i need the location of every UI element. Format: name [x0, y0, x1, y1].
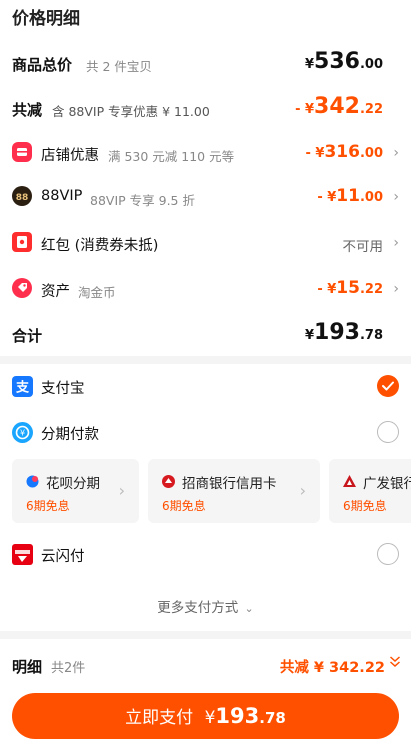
checkout-bar: 明细 共2件 共减 ¥ 342.22 立即支付 ¥193.78 — [0, 639, 411, 751]
total-discount-sub: 含 88VIP 专享优惠 ¥ 11.00 — [52, 104, 210, 119]
cgb-icon — [342, 474, 357, 489]
detail-total-discount[interactable]: 共减 ¥ 342.22 — [280, 656, 385, 677]
alipay-radio-checked[interactable] — [377, 375, 399, 397]
pay-currency: ¥ — [204, 708, 216, 728]
alipay-icon: 支 — [12, 376, 33, 397]
store-discount-sub: 满 530 元减 110 元等 — [108, 149, 235, 164]
pay-now-label: 立即支付 — [125, 708, 194, 728]
chevron-right-icon: › — [393, 281, 399, 297]
unionpay-icon — [12, 544, 33, 565]
chip-cmb[interactable]: 招商银行信用卡 6期免息 › — [148, 459, 320, 523]
price-detail-card: 价格明细 商品总价 共 2 件宝贝 ¥536.00 共减 含 88VIP 专享优… — [0, 0, 411, 356]
chevron-right-icon: › — [393, 189, 399, 205]
alipay-option[interactable]: 支 支付宝 — [0, 366, 411, 406]
total-price-label: 商品总价 — [12, 56, 73, 74]
section-divider — [0, 356, 411, 364]
total-price-row: 商品总价 共 2 件宝贝 ¥536.00 — [0, 48, 411, 78]
svg-text:88: 88 — [16, 193, 29, 203]
chip-huabei-name: 花呗分期 — [46, 476, 100, 492]
installment-option[interactable]: ¥ 分期付款 — [0, 412, 411, 452]
subtotal-label: 合计 — [12, 327, 43, 345]
store-discount-row[interactable]: 店铺优惠 满 530 元减 110 元等 - ¥316.00 › — [0, 138, 411, 168]
subtotal-row: 合计 ¥193.78 — [0, 319, 411, 349]
red-packet-label: 红包 (消费券未抵) — [41, 238, 159, 254]
vip-discount-row[interactable]: 88 88VIP 88VIP 专享 9.5 折 - ¥11.00 › — [0, 182, 411, 212]
chevron-right-icon: › — [299, 481, 306, 500]
installment-icon: ¥ — [12, 422, 33, 443]
total-price-amount: ¥536.00 — [304, 49, 383, 74]
pay-amount-int: 193 — [215, 704, 260, 728]
pay-amount-dec: .78 — [259, 709, 286, 727]
installment-chip-list[interactable]: 花呗分期 6期免息 › 招商银行信用卡 6期免息 › 广发银行 6期免息 — [12, 459, 411, 523]
chip-huabei[interactable]: 花呗分期 6期免息 › — [12, 459, 139, 523]
chevron-right-icon: › — [393, 235, 399, 251]
detail-label: 明细 — [12, 658, 43, 676]
pay-now-button[interactable]: 立即支付 ¥193.78 — [12, 693, 399, 739]
vip-discount-amount: - ¥11.00 — [317, 186, 383, 206]
alipay-label: 支付宝 — [41, 381, 85, 397]
total-discount-row[interactable]: 共减 含 88VIP 专享优惠 ¥ 11.00 - ¥342.22 — [0, 93, 411, 123]
section-divider — [0, 631, 411, 639]
chip-huabei-free: 6期免息 — [26, 499, 70, 513]
installment-label: 分期付款 — [41, 427, 99, 443]
huabei-icon — [25, 474, 40, 489]
red-packet-icon — [12, 232, 32, 252]
chevron-down-icon: ⌄ — [244, 602, 254, 615]
chevron-right-icon: › — [118, 481, 125, 500]
coin-tag-icon — [12, 278, 32, 298]
chip-cmb-name: 招商银行信用卡 — [182, 476, 277, 492]
chevron-right-icon: › — [393, 145, 399, 161]
assets-label: 资产 — [41, 284, 70, 300]
svg-text:支: 支 — [15, 380, 30, 396]
total-discount-label: 共减 — [12, 101, 43, 119]
store-discount-label: 店铺优惠 — [41, 148, 99, 164]
total-discount-amount: - ¥342.22 — [295, 94, 383, 119]
chip-cgb-name: 广发银行 — [363, 476, 411, 492]
more-payment-methods[interactable]: 更多支付方式 ⌄ — [0, 596, 411, 616]
svg-text:¥: ¥ — [20, 429, 25, 438]
chip-cgb[interactable]: 广发银行 6期免息 — [329, 459, 411, 523]
chip-cgb-free: 6期免息 — [343, 499, 387, 513]
assets-sub: 淘金币 — [78, 285, 116, 300]
cmb-icon — [161, 474, 176, 489]
vip88-icon: 88 — [12, 186, 32, 206]
red-packet-row[interactable]: 红包 (消费券未抵) 不可用 › — [0, 228, 411, 258]
assets-row[interactable]: 资产 淘金币 - ¥15.22 › — [0, 274, 411, 304]
installment-radio[interactable] — [377, 421, 399, 443]
store-icon — [12, 142, 32, 162]
subtotal-amount: ¥193.78 — [304, 320, 383, 345]
double-chevron-down-icon[interactable] — [389, 655, 401, 673]
red-packet-status: 不可用 — [342, 239, 384, 255]
payment-method-card: 支 支付宝 ¥ 分期付款 花呗分期 6期免息 › 招商银行信用卡 6期免息 › … — [0, 364, 411, 631]
unionpay-option[interactable]: 云闪付 — [0, 534, 411, 574]
unionpay-label: 云闪付 — [41, 549, 85, 565]
detail-count: 共2件 — [51, 661, 86, 676]
item-count: 共 2 件宝贝 — [86, 59, 152, 74]
assets-amount: - ¥15.22 — [317, 278, 383, 298]
vip-discount-sub: 88VIP 专享 9.5 折 — [90, 193, 195, 208]
store-discount-amount: - ¥316.00 — [305, 142, 384, 162]
chip-cmb-free: 6期免息 — [162, 499, 206, 513]
unionpay-radio[interactable] — [377, 543, 399, 565]
page-title: 价格明细 — [12, 9, 80, 29]
vip-discount-label: 88VIP — [41, 188, 83, 204]
